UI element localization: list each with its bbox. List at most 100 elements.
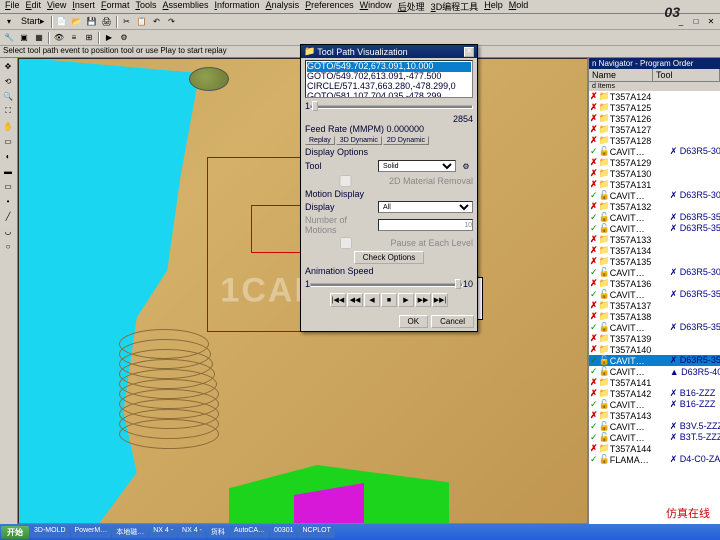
- tree-row[interactable]: ✓🔓CAVIT…▲ D63R5-400: [589, 366, 720, 377]
- window-close-icon[interactable]: ✕: [704, 15, 718, 29]
- tab-3d-dynamic[interactable]: 3D Dynamic: [336, 136, 382, 145]
- task-item[interactable]: 本地磁…: [112, 526, 148, 538]
- tree-row[interactable]: ✓🔓CAVIT…✗ D63R5-350: [589, 355, 720, 366]
- layer-icon[interactable]: ≡: [67, 31, 81, 45]
- tree-row[interactable]: ✗📁T357A144: [589, 443, 720, 454]
- tree-row[interactable]: ✗📁T357A131: [589, 179, 720, 190]
- task-item[interactable]: 货科: [207, 526, 229, 538]
- menu-help[interactable]: Help: [481, 0, 506, 13]
- menu-3d编程工具[interactable]: 3D编程工具: [428, 0, 482, 13]
- play-fwd-icon[interactable]: ▶: [398, 293, 414, 307]
- tab-replay[interactable]: Replay: [305, 136, 335, 145]
- arc-icon[interactable]: ◡: [1, 224, 15, 238]
- task-item[interactable]: 00301: [270, 526, 297, 538]
- tree-row[interactable]: ✓🔓CAVIT…✗ D63R5-350: [589, 289, 720, 300]
- play-back-icon[interactable]: ◀: [364, 293, 380, 307]
- grid-icon[interactable]: ⊞: [82, 31, 96, 45]
- start-dropdown[interactable]: ▾: [2, 15, 16, 29]
- task-item[interactable]: NCPLOT: [298, 526, 334, 538]
- tree-row[interactable]: ✗📁T357A132: [589, 201, 720, 212]
- tool-select[interactable]: Solid: [378, 160, 456, 172]
- point-icon[interactable]: •: [1, 194, 15, 208]
- tree-row[interactable]: ✗📁T357A133: [589, 234, 720, 245]
- tree-row[interactable]: ✗📁T357A127: [589, 124, 720, 135]
- tree-row[interactable]: ✓🔓CAVIT…✗ B3T.5-ZZZ: [589, 432, 720, 443]
- tree-row[interactable]: ✗📁T357A135: [589, 256, 720, 267]
- tree-row[interactable]: ✗📁T357A134: [589, 245, 720, 256]
- tree-row[interactable]: ✗📁T357A143: [589, 410, 720, 421]
- task-item[interactable]: 3D-MOLD: [30, 526, 70, 538]
- menu-preferences[interactable]: Preferences: [302, 0, 357, 13]
- tab-2d-dynamic[interactable]: 2D Dynamic: [383, 136, 429, 145]
- task-item[interactable]: NX 4 -: [178, 526, 206, 538]
- cut-icon[interactable]: ✂: [120, 15, 134, 29]
- shade-icon[interactable]: ◐: [1, 149, 15, 163]
- open-icon[interactable]: 📂: [70, 15, 84, 29]
- tree-row[interactable]: ✗📁T357A124: [589, 91, 720, 102]
- tree-row[interactable]: ✓🔓CAVIT…✗ D63R5-300: [589, 190, 720, 201]
- copy-icon[interactable]: 📋: [135, 15, 149, 29]
- save-icon[interactable]: 💾: [85, 15, 99, 29]
- position-slider[interactable]: [310, 100, 473, 112]
- tree-row[interactable]: ✓🔓CAVIT…✗ B16-ZZZ: [589, 399, 720, 410]
- menu-format[interactable]: Format: [98, 0, 133, 13]
- menu-information[interactable]: Information: [212, 0, 263, 13]
- circle-icon[interactable]: ○: [1, 239, 15, 253]
- new-icon[interactable]: 📄: [55, 15, 69, 29]
- speed-slider[interactable]: [310, 278, 463, 290]
- close-icon[interactable]: ✕: [464, 47, 474, 57]
- undo-icon[interactable]: ↶: [150, 15, 164, 29]
- tree-row[interactable]: ✓🔓FLAMA…✗ D4-C0-ZAC…: [589, 454, 720, 465]
- start-button[interactable]: 开始: [1, 526, 29, 539]
- tree-row[interactable]: ✗📁T357A130: [589, 168, 720, 179]
- print-icon[interactable]: 🖨: [100, 15, 114, 29]
- gear-icon[interactable]: ⚙: [117, 31, 131, 45]
- start-label[interactable]: Start▸: [17, 16, 49, 27]
- tree-row[interactable]: ✓🔓CAVIT…✗ D63R5-350: [589, 322, 720, 333]
- menu-window[interactable]: Window: [357, 0, 395, 13]
- tool-icon[interactable]: 🔧: [2, 31, 16, 45]
- operation-tree[interactable]: ✗📁T357A124✗📁T357A125✗📁T357A126✗📁T357A127…: [589, 91, 720, 524]
- pan-icon[interactable]: ✋: [1, 119, 15, 133]
- tree-row[interactable]: ✓🔓CAVIT…✗ D63R5-300: [589, 146, 720, 157]
- tree-row[interactable]: ✓🔓CAVIT…✗ B3V.5-ZZZ: [589, 421, 720, 432]
- menu-mold[interactable]: Mold: [506, 0, 532, 13]
- menu-后处理[interactable]: 后处理: [395, 0, 428, 13]
- zoom-icon[interactable]: 🔍: [1, 89, 15, 103]
- wire-icon[interactable]: ▭: [1, 134, 15, 148]
- tree-row[interactable]: ✗📁T357A138: [589, 311, 720, 322]
- tree-row[interactable]: ✗📁T357A125: [589, 102, 720, 113]
- task-item[interactable]: AutoCA…: [230, 526, 269, 538]
- dialog-titlebar[interactable]: 📁 Tool Path Visualization ✕: [301, 45, 477, 58]
- stop-icon[interactable]: ■: [381, 293, 397, 307]
- check-options-button[interactable]: Check Options: [354, 251, 424, 264]
- step-fwd-icon[interactable]: ▶▶: [415, 293, 431, 307]
- tree-row[interactable]: ✗📁T357A137: [589, 300, 720, 311]
- tree-row[interactable]: ✗📁T357A128: [589, 135, 720, 146]
- ok-button[interactable]: OK: [399, 315, 429, 328]
- menu-assemblies[interactable]: Assemblies: [159, 0, 211, 13]
- play-icon[interactable]: ▶: [102, 31, 116, 45]
- menu-view[interactable]: View: [44, 0, 69, 13]
- tree-row[interactable]: ✗📁T357A129: [589, 157, 720, 168]
- tree-row[interactable]: ✓🔓CAVIT…✗ D63R5-350: [589, 223, 720, 234]
- tree-row[interactable]: ✗📁T357A142✗ B16-ZZZ: [589, 388, 720, 399]
- face-icon[interactable]: ▬: [1, 164, 15, 178]
- view-icon[interactable]: 👁: [52, 31, 66, 45]
- tree-row[interactable]: ✓🔓CAVIT…✗ D63R5-300: [589, 267, 720, 278]
- task-item[interactable]: NX 4 -: [149, 526, 177, 538]
- tree-row[interactable]: ✗📁T357A139: [589, 333, 720, 344]
- cancel-button[interactable]: Cancel: [431, 315, 474, 328]
- fit-icon[interactable]: ⛶: [1, 104, 15, 118]
- redo-icon[interactable]: ↷: [165, 15, 179, 29]
- select-icon[interactable]: ▭: [1, 179, 15, 193]
- tree-row[interactable]: ✗📁T357A126: [589, 113, 720, 124]
- cube-icon[interactable]: ▣: [17, 31, 31, 45]
- move-icon[interactable]: ✥: [1, 59, 15, 73]
- tree-row[interactable]: ✗📁T357A136: [589, 278, 720, 289]
- task-item[interactable]: PowerM…: [71, 526, 112, 538]
- gcode-listing[interactable]: GOTO/549.702,673.091,10.000GOTO/549.702,…: [305, 60, 473, 98]
- menu-tools[interactable]: Tools: [132, 0, 159, 13]
- tree-row[interactable]: ✗📁T357A140: [589, 344, 720, 355]
- menu-insert[interactable]: Insert: [69, 0, 98, 13]
